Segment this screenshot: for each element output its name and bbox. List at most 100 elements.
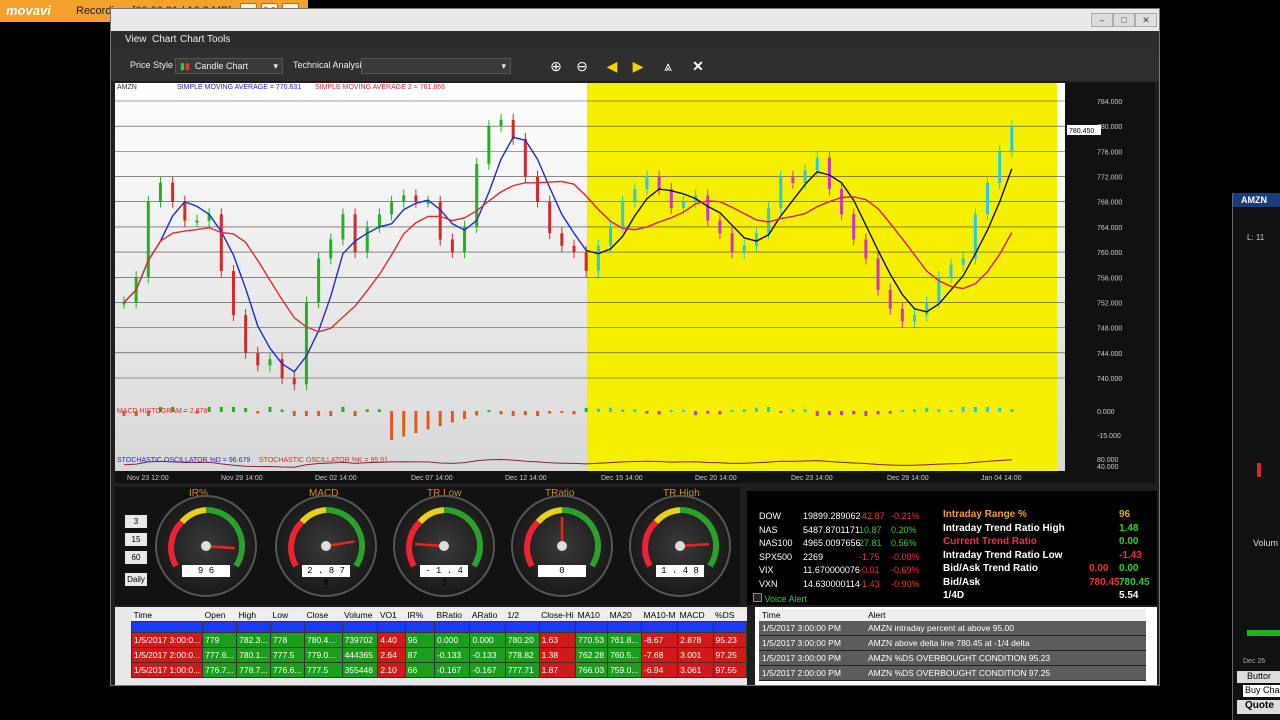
alert-row[interactable]: 1/5/2017 3:00:00 PM AMZN above delta line… [759, 635, 1146, 651]
column-header[interactable]: MA20 [607, 609, 642, 622]
close-icon[interactable]: ✕ [687, 55, 709, 77]
date-tick: Dec 02 14:00 [315, 475, 357, 482]
price-tick: 740.000 [1097, 376, 1122, 383]
button-tab[interactable]: Buttor [1237, 671, 1280, 683]
alert-row[interactable]: 1/5/2017 3:00:00 PM AMZN intraday percent… [759, 621, 1146, 636]
arrow-right-icon[interactable]: ▶ [627, 55, 649, 77]
table-cell: 770.53 [575, 632, 609, 648]
table-cell: 776.7... [202, 662, 238, 678]
price-tick: 776.000 [1097, 149, 1122, 156]
macd-bar [986, 407, 990, 412]
macd-bar [402, 411, 406, 437]
column-header[interactable]: 1/2 [505, 609, 540, 622]
candle [803, 170, 807, 183]
column-header[interactable]: %DS [713, 609, 747, 622]
gauge-dial [524, 506, 602, 568]
column-header[interactable]: High [236, 609, 271, 622]
column-header[interactable]: VO1 [377, 609, 406, 622]
macd-bar [268, 407, 272, 412]
table-row[interactable]: 1/5/2017 2:00:0... 777.6... 780.1... 777.5 7… [130, 647, 747, 663]
column-header[interactable]: Time [759, 609, 865, 621]
interval-selector: 3 15 60 Daily [119, 491, 147, 601]
alert-cell: AMZN %DS OVERBOUGHT CONDITION 95.23 [865, 650, 1146, 666]
chart-type-icon[interactable]: ⩓ [657, 55, 679, 77]
column-header[interactable]: Low [270, 609, 305, 622]
stat-row: Bid/Ask 780.45780.45 [943, 576, 1150, 588]
buy-chart-button[interactable]: Buy Cha [1243, 685, 1280, 697]
candle [158, 182, 162, 202]
macd-bar [949, 410, 953, 412]
interval-daily[interactable]: Daily [125, 573, 147, 586]
price-tick: 784.000 [1097, 99, 1122, 106]
alert-row[interactable]: 1/5/2017 3:00:00 PM AMZN %DS OVERBOUGHT C… [759, 650, 1146, 666]
candle [511, 119, 515, 139]
column-header[interactable]: MACD [677, 609, 714, 622]
minimize-button[interactable]: – [1091, 13, 1113, 27]
alert-cell: AMZN %DS OVERBOUGHT CONDITION 97.25 [865, 665, 1146, 681]
price-style-dropdown[interactable]: ▮▮ Candle Chart ▾ [175, 58, 283, 74]
voice-alert[interactable]: Voice Alert [753, 593, 807, 604]
table-cell: 780.20 [504, 632, 540, 648]
macd-bar [426, 411, 430, 430]
table-cell: 1/5/2017 1:00:0... [130, 662, 204, 678]
macd-bar [973, 407, 977, 412]
candle [171, 182, 175, 202]
macd-bar [560, 411, 564, 413]
menu-chart-tools[interactable]: Chart Tools [180, 34, 230, 45]
alerts-table[interactable]: Time Alert 1/5/2017 3:00:00 PM AMZN intrada… [755, 607, 1157, 685]
macd-bar [730, 410, 734, 412]
column-header[interactable]: MA10 [575, 609, 608, 622]
price-chart[interactable]: 784.000 780.000 776.000 772.000 768.000 764.0… [115, 83, 1155, 483]
macd-bar [377, 409, 381, 412]
chart-svg[interactable]: 784.000780.000776.000772.000768.000764.0… [115, 83, 1155, 483]
price-tick: 760.000 [1097, 250, 1122, 257]
quote-tab[interactable]: Quote [1237, 700, 1280, 714]
column-header[interactable]: ARatio [469, 609, 506, 622]
macd-bar [414, 411, 418, 433]
maximize-button[interactable]: □ [1113, 13, 1135, 27]
macd-bar [487, 410, 491, 412]
table-cell: 97.55 [712, 662, 747, 678]
gauge-value: 1 . 4 8 [656, 565, 704, 577]
interval-60[interactable]: 60 [125, 551, 147, 564]
table-row[interactable]: 1/5/2017 1:00:0... 776.7... 778.7... 776.6.… [130, 662, 747, 678]
column-header[interactable]: MA10-M [641, 609, 678, 622]
candle [633, 189, 637, 202]
zoom-in-icon[interactable]: ⊕ [545, 55, 567, 77]
date-tick: Jan 04 14:00 [981, 475, 1022, 482]
candle [900, 308, 904, 322]
table-row[interactable]: 1/5/2017 3:00:0... 779 782.3... 778 780.4...… [130, 632, 747, 648]
gauge-dial [642, 506, 720, 568]
column-header[interactable]: Time [131, 609, 203, 622]
interval-3[interactable]: 3 [125, 515, 147, 528]
volume-label: Volum [1253, 538, 1279, 548]
stoch-tick: 40.000 [1097, 464, 1119, 471]
technical-analysis-dropdown[interactable]: ▾ [361, 58, 511, 74]
candle [329, 239, 333, 259]
interval-15[interactable]: 15 [125, 533, 147, 546]
column-header[interactable]: Open [202, 609, 237, 622]
column-header[interactable]: Alert [865, 609, 1146, 621]
macd-bar [925, 407, 929, 412]
column-header[interactable]: BRatio [434, 609, 470, 622]
column-header[interactable]: Close-Hi [539, 609, 576, 622]
data-grid[interactable]: Time Open High Low Close Volume VO1 IR% BRatio AR… [115, 607, 747, 685]
column-header[interactable]: IR% [405, 609, 435, 622]
secondary-window: AMZN L: 11 Volum Dec 26 Buttor Buy Cha Q… [1232, 193, 1280, 720]
column-header[interactable]: Close [304, 609, 343, 622]
macd-bar [450, 411, 454, 423]
index-row: NAS100 4965.009765627.81 0.56% [759, 538, 917, 548]
close-window-button[interactable]: ✕ [1135, 13, 1157, 27]
menu-chart[interactable]: Chart [152, 34, 176, 45]
zoom-out-icon[interactable]: ⊖ [571, 55, 593, 77]
candle [986, 182, 990, 215]
checkbox-icon[interactable] [753, 593, 762, 602]
arrow-left-icon[interactable]: ◀ [601, 55, 623, 77]
alert-row[interactable]: 1/5/2017 2:00:00 PM AMZN %DS OVERBOUGHT C… [759, 665, 1146, 681]
column-header[interactable]: Volume [342, 609, 378, 622]
candle [438, 201, 442, 240]
candle [219, 214, 223, 271]
menu-view[interactable]: View [125, 34, 147, 45]
candle [791, 176, 795, 183]
macd-bar [961, 407, 965, 412]
